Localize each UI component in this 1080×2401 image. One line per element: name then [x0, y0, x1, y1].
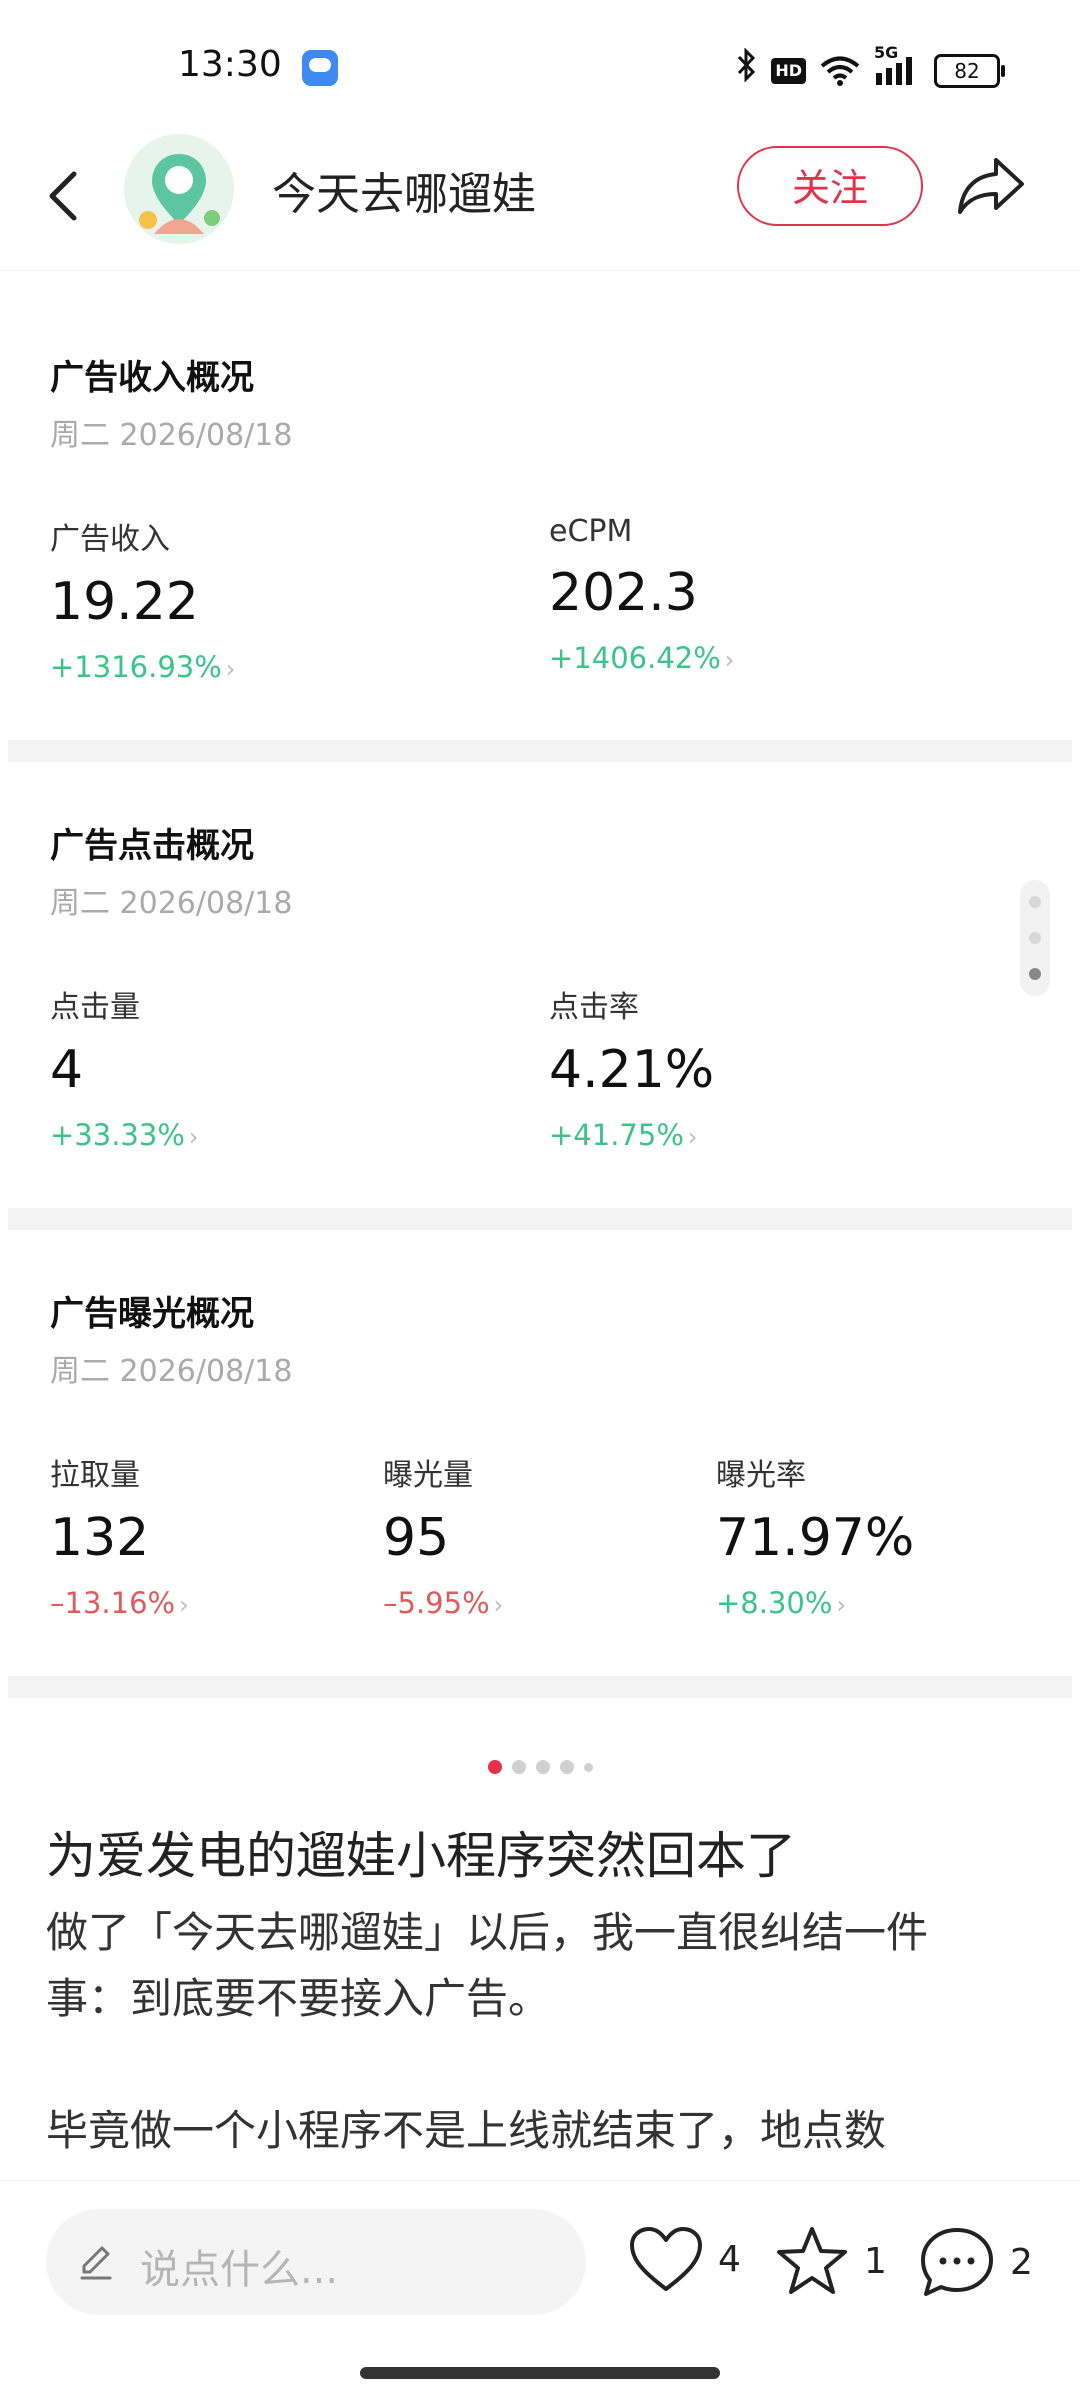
section-divider	[8, 740, 1072, 762]
metric-value: 4	[50, 1040, 84, 1100]
card-title: 广告点击概况	[50, 826, 254, 866]
metric-click-rate[interactable]: 点击率 4.21% +41.75% ›	[549, 982, 714, 1152]
status-icons: HD 5G 82	[735, 43, 1005, 93]
hd-icon: HD	[771, 57, 806, 84]
metric-change: –13.16%	[50, 1586, 176, 1620]
chevron-right-icon: ›	[724, 646, 735, 674]
metric-change: +1316.93%	[50, 650, 222, 684]
section-divider	[8, 1676, 1072, 1698]
home-indicator[interactable]	[360, 2367, 720, 2379]
card-title: 广告收入概况	[50, 358, 254, 398]
image-pager-dots[interactable]	[0, 1760, 1080, 1774]
metric-change: +8.30%	[716, 1586, 833, 1620]
scroll-dot	[1029, 896, 1041, 908]
metric-change: +41.75%	[549, 1118, 684, 1152]
ad-clicks-card: 广告点击概况 周二 2026/08/18 点击量 4 +33.33% › 点击率 …	[8, 762, 1072, 1208]
ad-revenue-card: 广告收入概况 周二 2026/08/18 广告收入 19.22 +1316.93…	[8, 294, 1072, 740]
metric-value: 95	[383, 1508, 450, 1568]
share-button[interactable]	[956, 154, 1028, 218]
pager-dot	[535, 1760, 550, 1774]
metric-exposure-rate[interactable]: 曝光率 71.97% +8.30% ›	[716, 1450, 914, 1620]
comment-count: 2	[1010, 2241, 1033, 2283]
favorite-count: 1	[864, 2240, 887, 2282]
star-icon	[777, 2227, 847, 2294]
signal-5g-icon: 5G	[874, 43, 920, 87]
metric-value: 202.3	[549, 563, 698, 623]
like-count: 4	[718, 2238, 741, 2280]
metric-clicks[interactable]: 点击量 4 +33.33% ›	[50, 982, 199, 1152]
comment-placeholder: 说点什么...	[140, 2247, 339, 2293]
metric-label: 曝光量	[383, 1458, 473, 1493]
card-date: 周二 2026/08/18	[50, 886, 293, 921]
comment-input[interactable]: 说点什么...	[46, 2209, 586, 2315]
metric-exposure-count[interactable]: 曝光量 95 –5.95% ›	[383, 1450, 503, 1620]
back-button[interactable]	[36, 160, 96, 230]
comment-bubble-icon	[921, 2228, 993, 2296]
pager-dot	[559, 1760, 574, 1774]
chevron-right-icon: ›	[687, 1123, 698, 1151]
avatar[interactable]	[124, 134, 234, 244]
article-body: 做了「今天去哪遛娃」以后，我一直很纠结一件 事：到底要不要接入广告。 毕竟做一个…	[46, 1900, 1036, 2164]
status-time: 13:30	[178, 44, 282, 85]
metric-label: 曝光率	[716, 1458, 806, 1493]
network-type: 5G	[874, 42, 899, 62]
favorite-button[interactable]: 1	[774, 2225, 887, 2297]
pager-dot	[583, 1763, 593, 1772]
battery-icon: 82	[934, 53, 1005, 88]
chevron-right-icon: ›	[188, 1123, 199, 1151]
like-button[interactable]: 4	[628, 2225, 741, 2293]
metric-change: +1406.42%	[549, 641, 721, 675]
bottom-action-bar: 说点什么... 4 1 2	[0, 2180, 1080, 2401]
status-bar: 13:30 HD 5G 82	[0, 0, 1080, 130]
metric-label: eCPM	[549, 514, 633, 549]
card-date: 周二 2026/08/18	[50, 418, 293, 453]
metric-label: 拉取量	[50, 1458, 140, 1493]
scroll-dot	[1029, 932, 1041, 944]
page-title: 今天去哪遛娃	[272, 169, 536, 220]
metric-ecpm[interactable]: eCPM 202.3 +1406.42% ›	[549, 514, 734, 675]
metric-change: –5.95%	[383, 1586, 490, 1620]
card-title: 广告曝光概况	[50, 1294, 254, 1334]
metric-value: 71.97%	[716, 1508, 915, 1568]
metric-value: 132	[50, 1508, 150, 1568]
metric-change: +33.33%	[50, 1118, 185, 1152]
ad-exposure-card: 广告曝光概况 周二 2026/08/18 拉取量 132 –13.16% › 曝光…	[8, 1230, 1072, 1676]
card-date: 周二 2026/08/18	[50, 1354, 293, 1389]
article-line: 事：到底要不要接入广告。	[46, 1974, 551, 2023]
article-line: 做了「今天去哪遛娃」以后，我一直很纠结一件	[46, 1908, 929, 1957]
top-nav-bar: 今天去哪遛娃 关注	[0, 130, 1080, 271]
metric-value: 19.22	[50, 572, 199, 632]
pager-dot-active	[487, 1760, 502, 1774]
metric-pull-count[interactable]: 拉取量 132 –13.16% ›	[50, 1450, 189, 1620]
metric-value: 4.21%	[549, 1040, 715, 1100]
metric-label: 点击率	[549, 990, 639, 1025]
chevron-right-icon: ›	[493, 1591, 504, 1619]
bluetooth-icon	[735, 47, 757, 93]
section-divider	[8, 1208, 1072, 1230]
weather-icon	[302, 50, 338, 86]
share-icon	[958, 158, 1024, 214]
image-scroll-indicator	[1020, 880, 1050, 996]
heart-icon	[630, 2227, 702, 2291]
scroll-dot-active	[1029, 968, 1041, 980]
pencil-icon	[80, 2246, 112, 2280]
article-line: 毕竟做一个小程序不是上线就结束了，地点数	[46, 2106, 887, 2155]
chevron-left-icon	[49, 171, 77, 221]
metric-ad-revenue[interactable]: 广告收入 19.22 +1316.93% ›	[50, 514, 235, 684]
chevron-right-icon: ›	[225, 655, 236, 683]
metric-label: 点击量	[50, 990, 140, 1025]
metric-label: 广告收入	[50, 522, 170, 557]
article-title: 为爱发电的遛娃小程序突然回本了	[46, 1827, 796, 1885]
wifi-icon	[820, 55, 860, 87]
comment-button[interactable]: 2	[918, 2225, 1033, 2299]
chevron-right-icon: ›	[179, 1591, 189, 1619]
pager-dot	[511, 1760, 526, 1774]
follow-button[interactable]: 关注	[737, 146, 923, 226]
chevron-right-icon: ›	[836, 1591, 847, 1619]
